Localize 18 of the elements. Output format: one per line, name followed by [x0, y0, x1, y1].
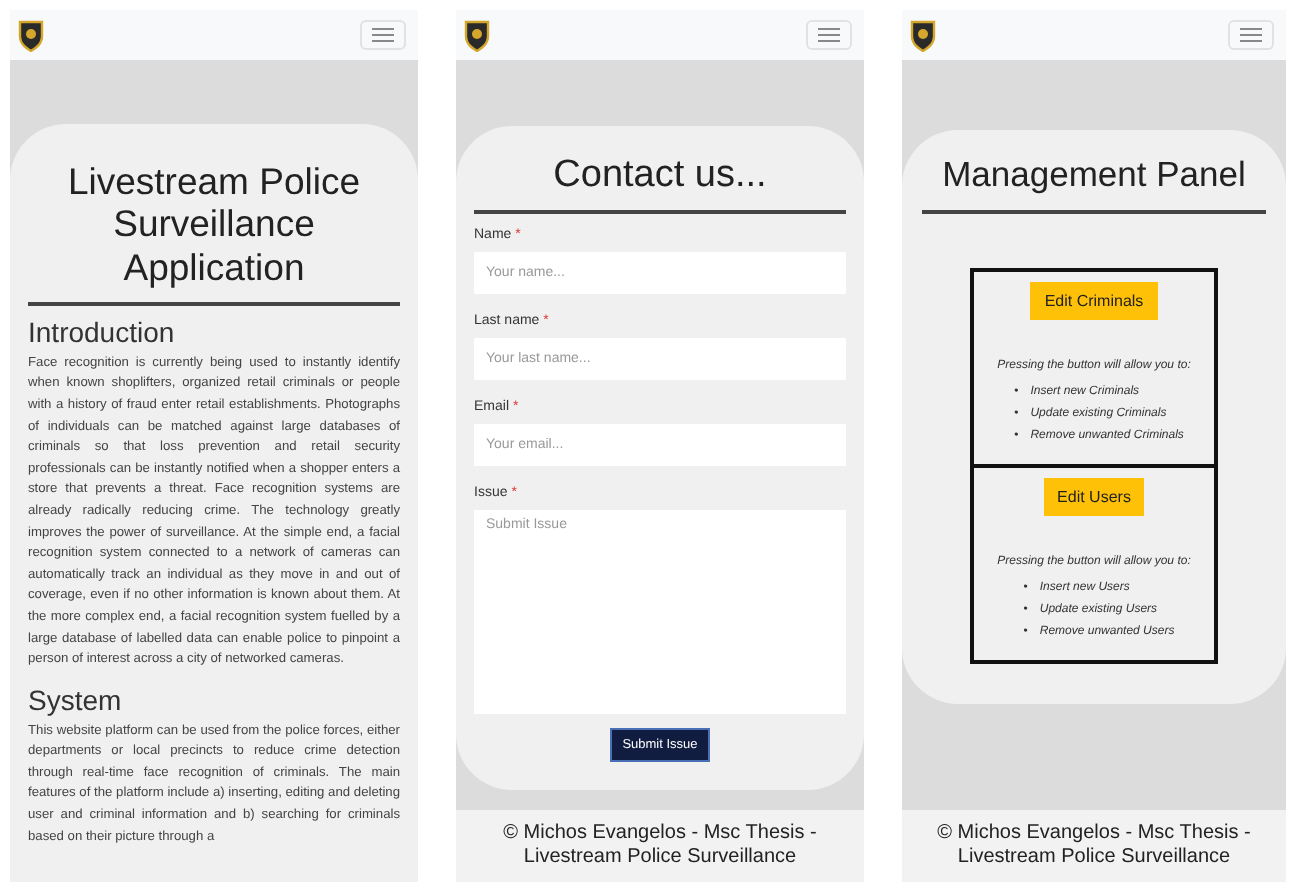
menu-icon — [818, 28, 840, 42]
edit-button[interactable]: Edit Criminals — [1030, 282, 1158, 321]
page-title: Contact us... — [551, 154, 769, 198]
menu-button[interactable] — [806, 20, 852, 50]
page-title: Livestream Police Surveillance Application — [65, 160, 362, 288]
menu-button[interactable] — [360, 20, 406, 50]
menu-icon — [1240, 28, 1262, 42]
menu-icon — [372, 28, 394, 42]
menu-button[interactable] — [1228, 20, 1274, 50]
police-badge-logo — [18, 19, 44, 51]
police-badge-logo — [464, 19, 490, 51]
police-badge-logo — [910, 19, 936, 51]
section-heading: System — [28, 683, 124, 716]
footer-text: © Michos Evangelos - Msc Thesis - Livestream Police Surveillance — [902, 810, 1286, 882]
section-heading: Introduction — [28, 315, 177, 348]
page-title: Management Panel — [940, 154, 1248, 195]
footer-text: © Michos Evangelos - Msc Thesis - Livestream Police Surveillance — [456, 810, 864, 882]
edit-button[interactable]: Edit Users — [1043, 478, 1145, 517]
